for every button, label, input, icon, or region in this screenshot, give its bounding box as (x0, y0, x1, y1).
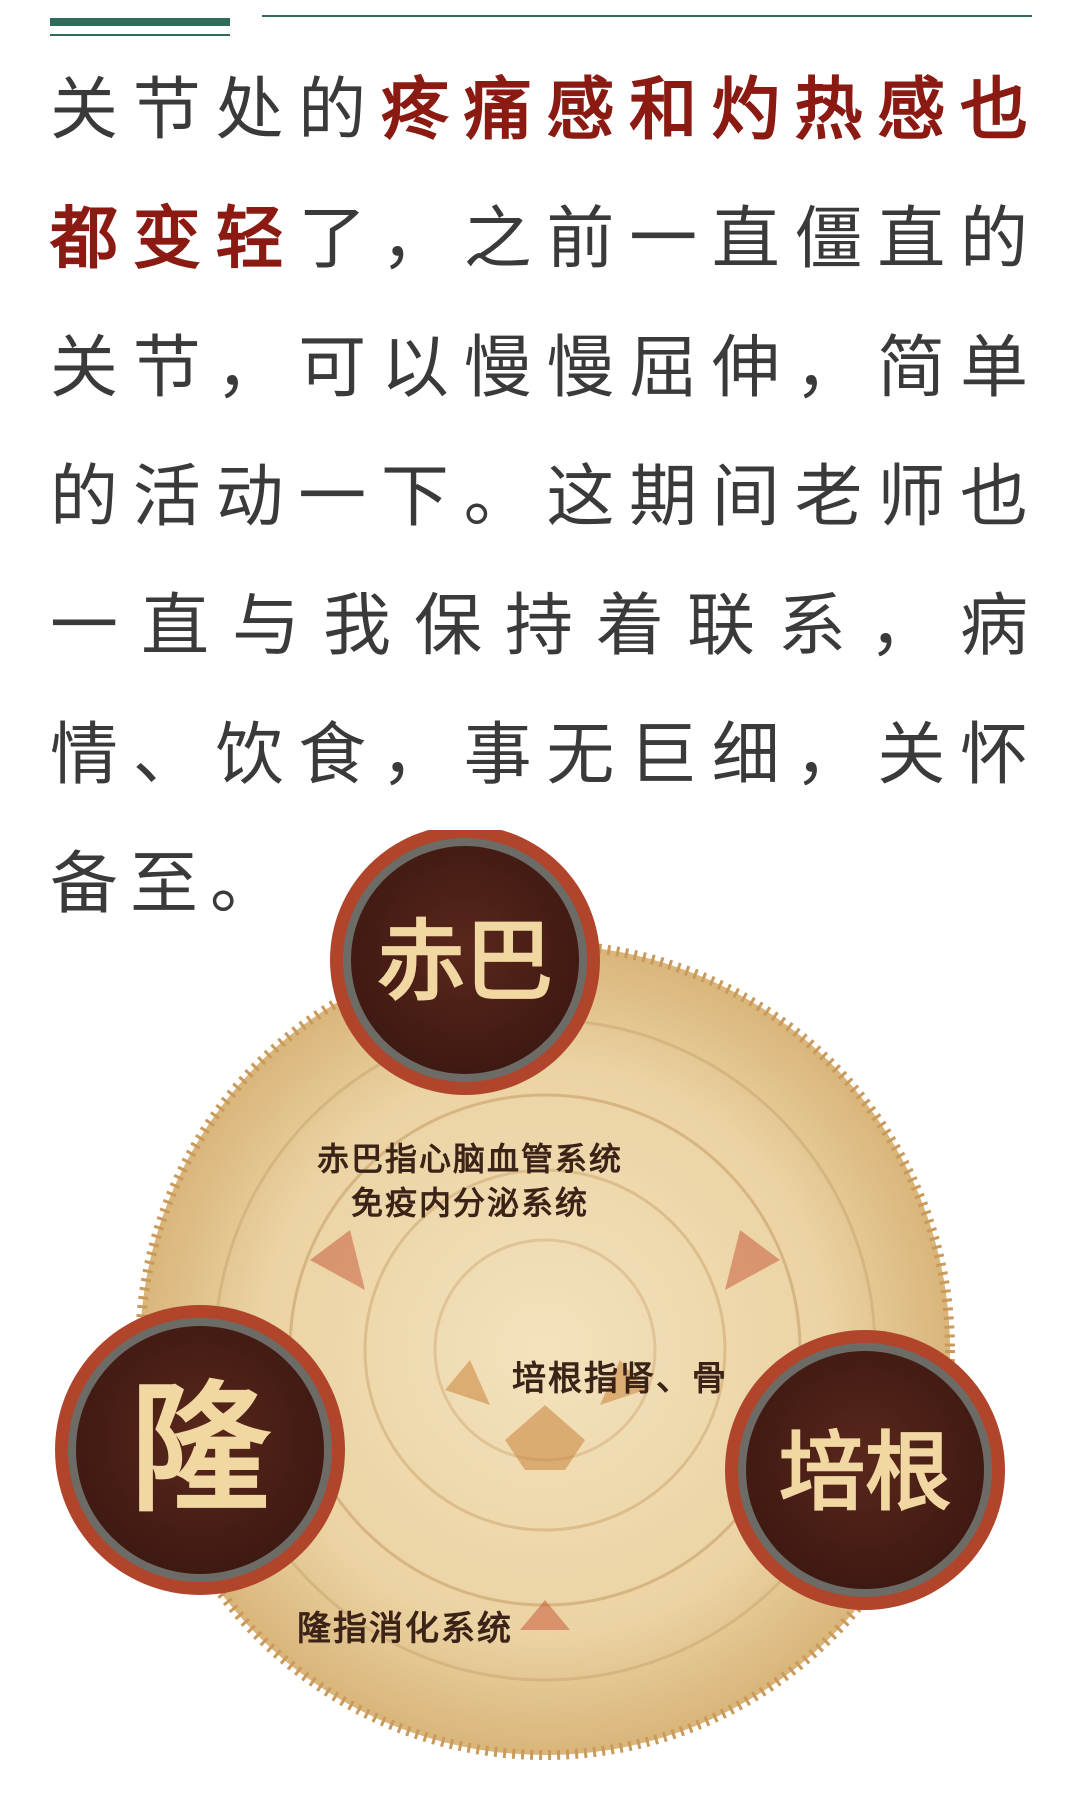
three-humors-illustration: 赤巴 隆 培根 赤巴指心脑血管系统 免疫内分泌系统 培根指肾、骨 隆指消化系统 (50, 830, 1040, 1770)
peigen-circle: 培根 (725, 1330, 1005, 1610)
divider-long-line (262, 15, 1032, 17)
chiba-caption-line1: 赤巴指心脑血管系统 (317, 1140, 623, 1178)
chiba-label: 赤巴 (377, 910, 553, 1013)
long-caption: 隆指消化系统 (297, 1609, 513, 1649)
chiba-caption-line2: 免疫内分泌系统 (351, 1184, 589, 1222)
chiba-circle: 赤巴 (330, 830, 600, 1095)
divider-accent-bar (50, 18, 230, 26)
long-label: 隆 (130, 1369, 272, 1532)
long-circle: 隆 (55, 1305, 345, 1595)
peigen-caption: 培根指肾、骨 (512, 1359, 728, 1399)
header-divider (0, 0, 1080, 50)
peigen-label: 培根 (779, 1423, 951, 1523)
divider-accent-line (50, 34, 230, 36)
paragraph-text-part2: 了，之前一直僵直的关节，可以慢慢屈伸，简单的活动一下。这期间老师也一直与我保持着… (50, 200, 1040, 924)
paragraph-text-part1: 关节处的 (50, 71, 381, 150)
article-paragraph: 关节处的疼痛感和灼热感也都变轻了，之前一直僵直的关节，可以慢慢屈伸，简单的活动一… (50, 46, 1040, 949)
